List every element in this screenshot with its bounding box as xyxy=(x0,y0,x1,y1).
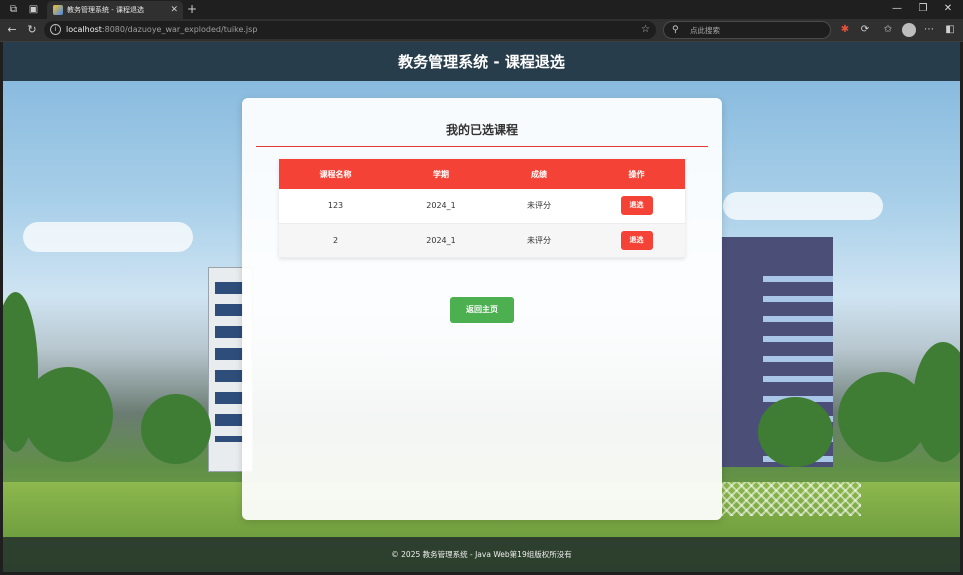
tab-actions-icon[interactable]: ▣ xyxy=(27,3,40,16)
favicon-icon xyxy=(53,5,63,15)
reload-icon[interactable]: ↻ xyxy=(25,23,39,37)
profile-avatar-icon[interactable] xyxy=(902,23,916,37)
new-tab-icon[interactable]: + xyxy=(187,2,197,16)
column-header-grade: 成绩 xyxy=(490,159,588,189)
course-table: 课程名称 学期 成绩 操作 123 2024_1 未评分 退选 2 2024_1… xyxy=(279,159,685,258)
cell-grade: 未评分 xyxy=(490,223,588,258)
background-cloud xyxy=(723,192,883,220)
table-header-row: 课程名称 学期 成绩 操作 xyxy=(279,159,685,189)
browser-tab-active[interactable]: 教务管理系统 - 课程退选 ✕ xyxy=(47,1,183,19)
cell-action: 退选 xyxy=(588,223,685,258)
table-row: 123 2024_1 未评分 退选 xyxy=(279,189,685,224)
favorites-icon[interactable]: ✩ xyxy=(881,23,895,37)
cell-term: 2024_1 xyxy=(392,223,490,258)
background-building-windows xyxy=(215,282,243,442)
table-row: 2 2024_1 未评分 退选 xyxy=(279,223,685,258)
cell-term: 2024_1 xyxy=(392,189,490,224)
cell-action: 退选 xyxy=(588,189,685,224)
column-header-term: 学期 xyxy=(392,159,490,189)
background-tree xyxy=(758,397,833,467)
background-tree xyxy=(141,394,211,464)
close-window-icon[interactable]: ✕ xyxy=(938,2,958,16)
browser-toolbar: ← ↻ i localhost:8080/dazuoye_war_explode… xyxy=(0,19,963,42)
extensions-puzzle-icon[interactable]: ⟳ xyxy=(858,23,872,37)
card-title: 我的已选课程 xyxy=(445,123,518,137)
restore-icon[interactable]: ❐ xyxy=(913,2,933,16)
site-info-icon[interactable]: i xyxy=(50,24,61,35)
footer-copyright: © 2025 教务管理系统 - Java Web第19组版权所没有 xyxy=(391,550,572,559)
cell-course: 123 xyxy=(279,189,392,224)
workspaces-icon[interactable]: ⧉ xyxy=(7,3,20,16)
search-icon: ⚲ xyxy=(672,25,679,35)
page-header: 教务管理系统 - 课程退选 xyxy=(3,42,960,81)
page-viewport: 教务管理系统 - 课程退选 我的已选课程 课程名称 学期 成绩 操作 123 2… xyxy=(3,42,960,572)
page-title: 教务管理系统 - 课程退选 xyxy=(398,53,565,71)
extension-icon[interactable]: ✱ xyxy=(838,23,852,37)
back-home-button[interactable]: 返回主页 xyxy=(450,297,514,323)
more-menu-icon[interactable]: ⋯ xyxy=(922,23,936,37)
title-divider xyxy=(256,146,708,147)
search-placeholder: 点此搜索 xyxy=(690,26,720,35)
sidebar-toggle-icon[interactable]: ◧ xyxy=(943,23,957,37)
minimize-icon[interactable]: — xyxy=(887,2,907,16)
back-arrow-icon[interactable]: ← xyxy=(5,23,19,37)
drop-course-button[interactable]: 退选 xyxy=(620,230,653,250)
selected-courses-card: 我的已选课程 课程名称 学期 成绩 操作 123 2024_1 未评分 退选 2… xyxy=(242,98,722,520)
background-tree xyxy=(913,342,960,462)
address-bar[interactable]: i localhost:8080/dazuoye_war_exploded/tu… xyxy=(44,21,656,39)
cell-grade: 未评分 xyxy=(490,189,588,224)
search-box[interactable]: ⚲ 点此搜索 xyxy=(663,21,831,39)
background-cloud xyxy=(23,222,193,252)
browser-tab-bar: ⧉ ▣ 教务管理系统 - 课程退选 ✕ + — ❐ ✕ xyxy=(0,0,963,19)
cell-course: 2 xyxy=(279,223,392,258)
drop-course-button[interactable]: 退选 xyxy=(620,196,653,216)
url-text: localhost:8080/dazuoye_war_exploded/tuik… xyxy=(66,25,258,34)
background-fence xyxy=(721,482,861,516)
column-header-action: 操作 xyxy=(588,159,685,189)
tab-title: 教务管理系统 - 课程退选 xyxy=(67,6,144,14)
favorite-star-icon[interactable]: ☆ xyxy=(641,23,650,37)
column-header-course: 课程名称 xyxy=(279,159,392,189)
page-footer: © 2025 教务管理系统 - Java Web第19组版权所没有 xyxy=(3,537,960,572)
close-tab-icon[interactable]: ✕ xyxy=(170,4,178,16)
